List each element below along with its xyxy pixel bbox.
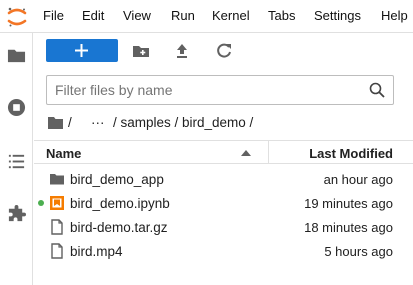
filter-box bbox=[46, 75, 394, 105]
running-indicator bbox=[38, 200, 44, 206]
file-name: bird-demo.tar.gz bbox=[70, 220, 168, 235]
menu-run[interactable]: Run bbox=[171, 8, 195, 23]
column-name[interactable]: Name bbox=[46, 146, 81, 161]
home-folder-icon[interactable] bbox=[48, 116, 63, 129]
menu-settings[interactable]: Settings bbox=[314, 8, 361, 23]
folder-icon bbox=[50, 174, 64, 185]
file-modified: 5 hours ago bbox=[324, 244, 393, 259]
file-name: bird_demo.ipynb bbox=[70, 196, 170, 211]
jupyter-logo-icon[interactable] bbox=[6, 6, 28, 28]
breadcrumb-separator: / bbox=[68, 115, 72, 130]
menu-kernel[interactable]: Kernel bbox=[212, 8, 250, 23]
sort-ascending-icon bbox=[241, 150, 251, 156]
file-browser: / ··· / samples / bird_demo / Name Last … bbox=[34, 33, 413, 285]
table-of-contents-icon[interactable] bbox=[7, 152, 26, 171]
menu-file[interactable]: File bbox=[43, 8, 64, 23]
file-row-bird-demo-app[interactable]: bird_demo_app an hour ago bbox=[34, 167, 413, 191]
left-sidebar bbox=[0, 33, 33, 285]
breadcrumb-path[interactable]: / samples / bird_demo / bbox=[113, 115, 253, 130]
menu-bar: File Edit View Run Kernel Tabs Settings … bbox=[0, 0, 413, 33]
file-name: bird_demo_app bbox=[70, 172, 164, 187]
file-modified: an hour ago bbox=[323, 172, 393, 187]
menu-help[interactable]: Help bbox=[381, 8, 408, 23]
file-name: bird.mp4 bbox=[70, 244, 123, 259]
upload-icon[interactable] bbox=[172, 41, 192, 61]
refresh-icon[interactable] bbox=[214, 41, 234, 61]
file-row-bird-demo-ipynb[interactable]: bird_demo.ipynb 19 minutes ago bbox=[34, 191, 413, 215]
menu-edit[interactable]: Edit bbox=[82, 8, 104, 23]
new-launcher-button[interactable] bbox=[46, 39, 118, 62]
plus-icon bbox=[75, 44, 88, 57]
file-modified: 18 minutes ago bbox=[304, 220, 393, 235]
column-divider[interactable] bbox=[268, 141, 269, 163]
filter-input[interactable] bbox=[55, 81, 355, 99]
extension-manager-icon[interactable] bbox=[7, 205, 26, 224]
menu-tabs[interactable]: Tabs bbox=[268, 8, 295, 23]
file-icon bbox=[51, 219, 63, 235]
breadcrumb-ellipsis[interactable]: ··· bbox=[91, 115, 105, 130]
file-list-header: Name Last Modified bbox=[34, 140, 413, 164]
file-row-bird-demo-tar-gz[interactable]: bird-demo.tar.gz 18 minutes ago bbox=[34, 215, 413, 239]
file-modified: 19 minutes ago bbox=[304, 196, 393, 211]
folder-icon[interactable] bbox=[7, 46, 26, 65]
file-icon bbox=[51, 243, 63, 259]
column-last-modified[interactable]: Last Modified bbox=[309, 146, 393, 161]
notebook-icon bbox=[50, 196, 64, 210]
running-kernels-icon[interactable] bbox=[7, 98, 26, 117]
file-row-bird-mp4[interactable]: bird.mp4 5 hours ago bbox=[34, 239, 413, 263]
search-icon bbox=[369, 82, 385, 98]
menu-view[interactable]: View bbox=[123, 8, 151, 23]
new-folder-icon[interactable] bbox=[131, 41, 151, 61]
